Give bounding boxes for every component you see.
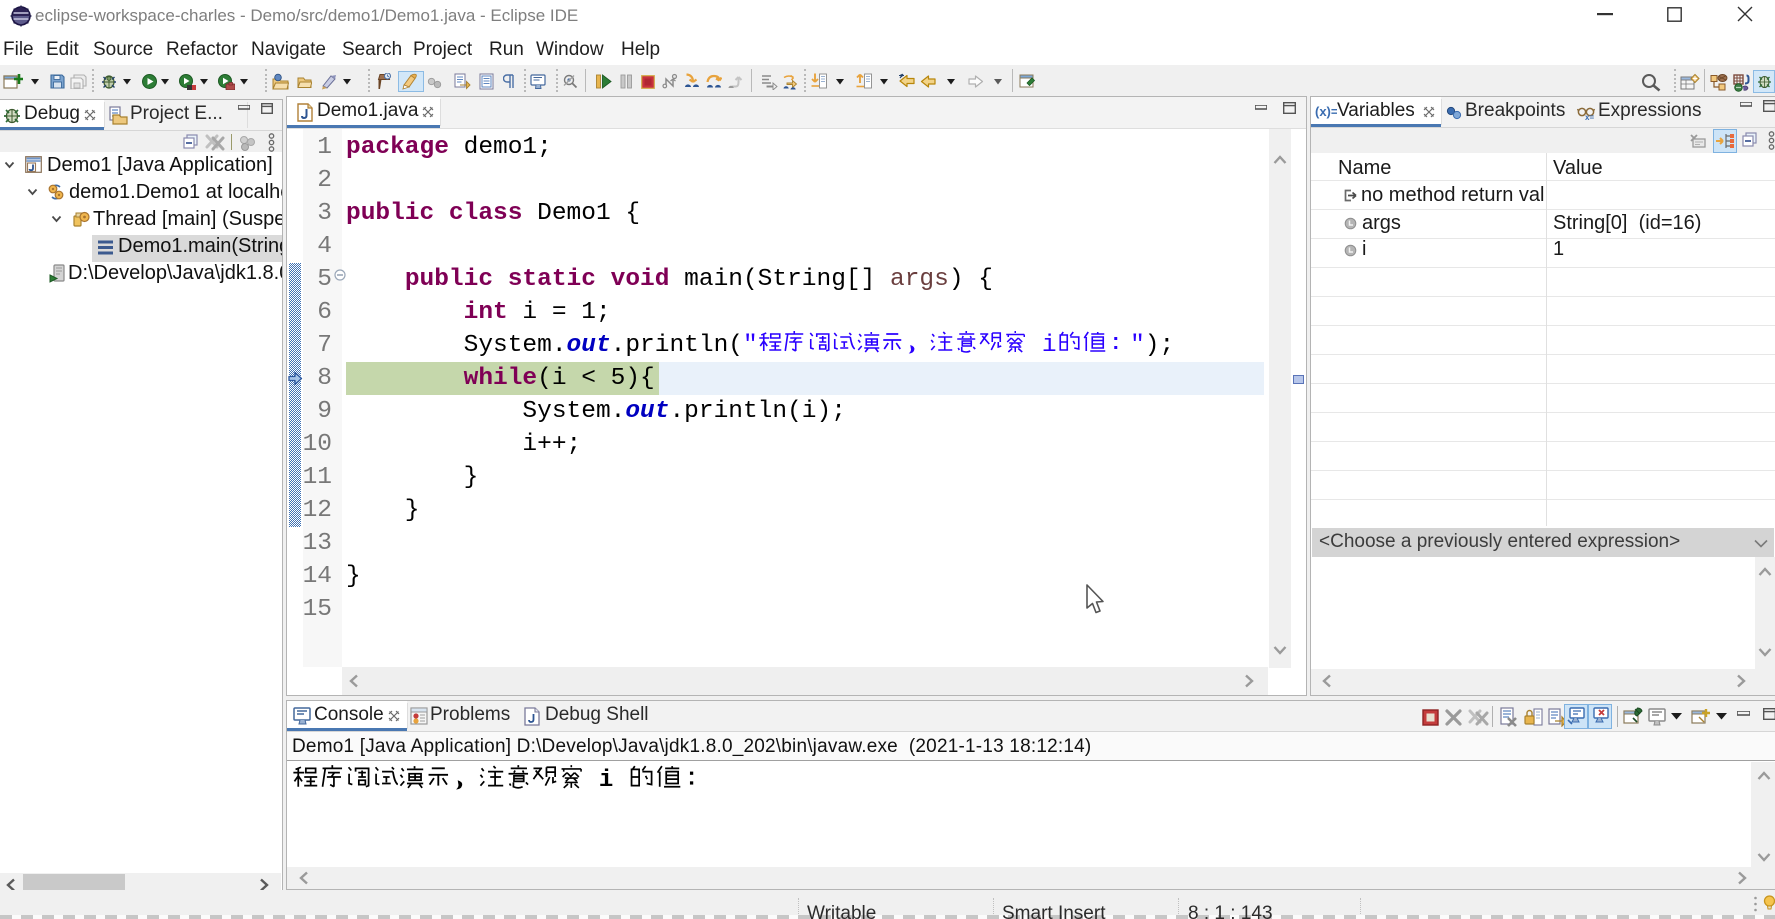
svg-text:(x)=: (x)= (1315, 105, 1337, 119)
svg-text:x=: x= (1585, 113, 1594, 121)
